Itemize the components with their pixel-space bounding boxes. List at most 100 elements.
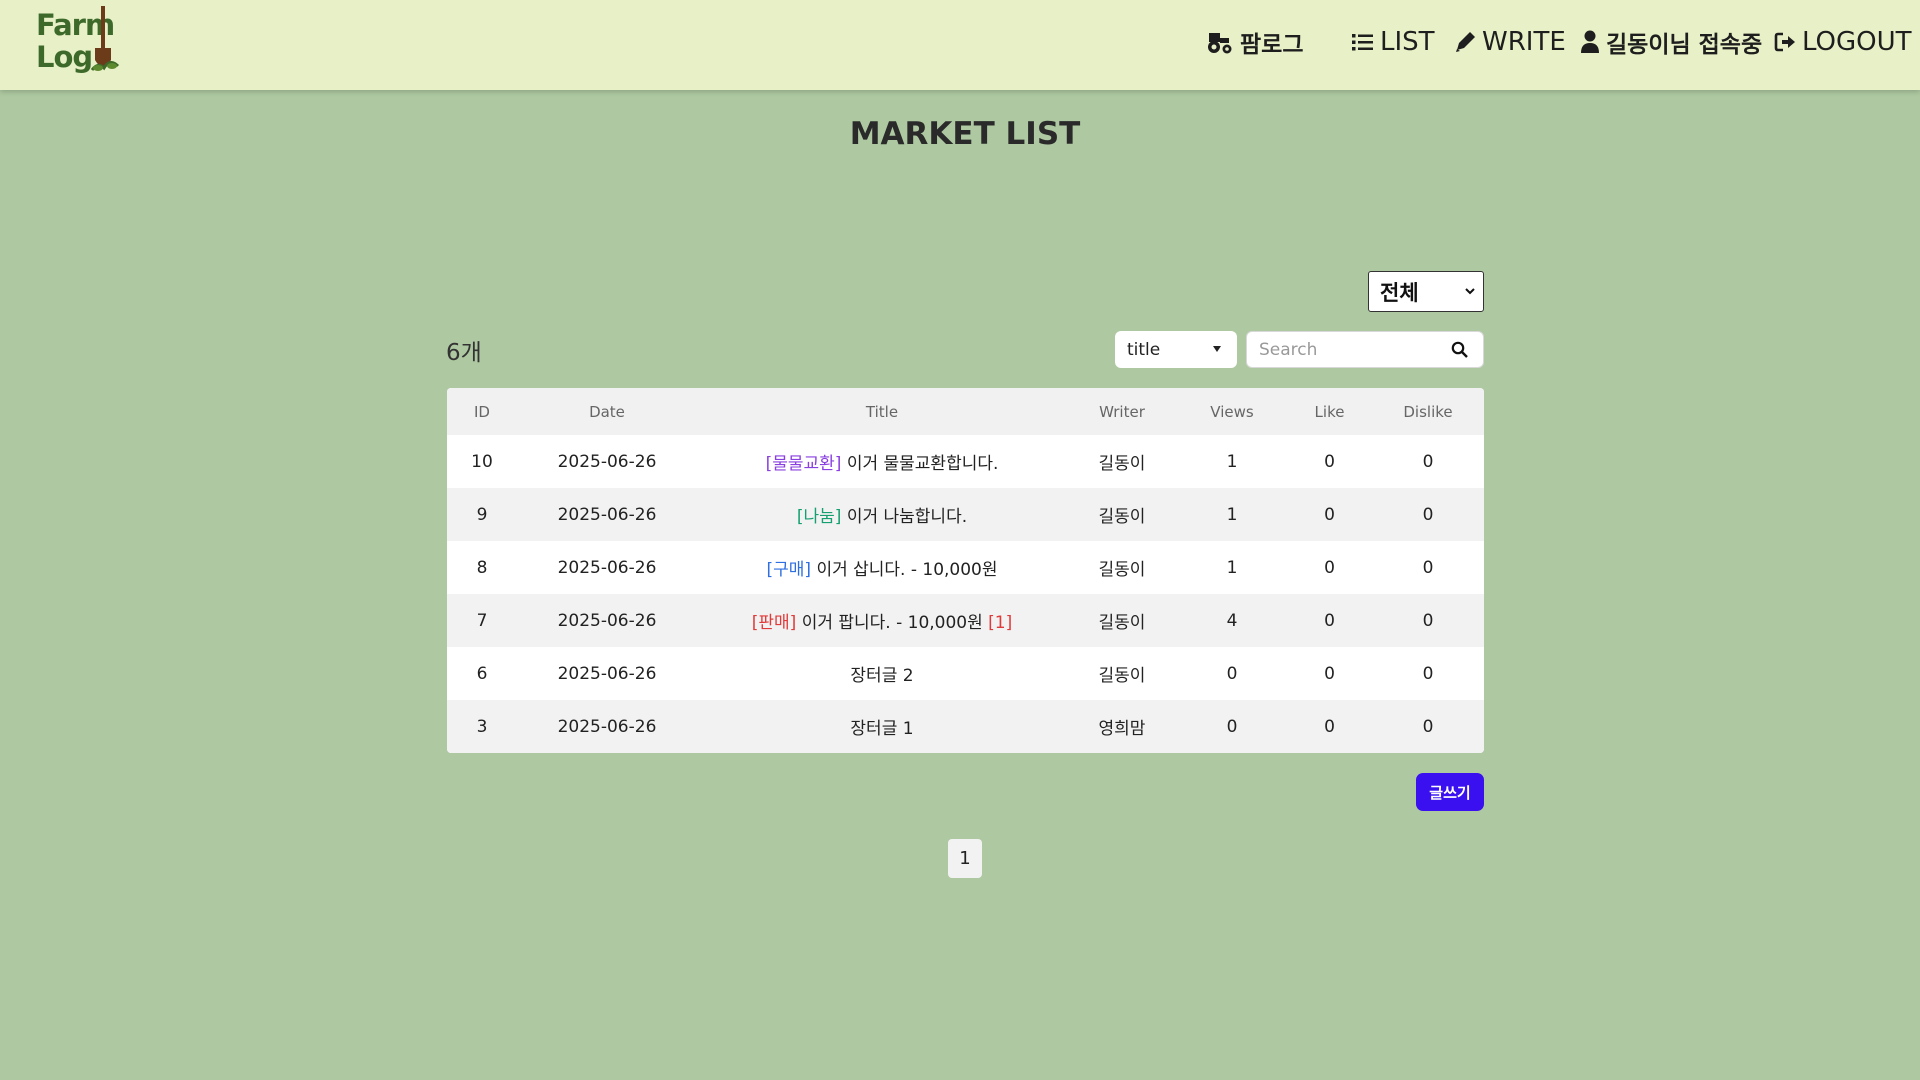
category-selected-value: 전체 <box>1380 280 1419 305</box>
table-row[interactable]: 9 2025-06-26 [나눔] 이거 나눔합니다. 길동이 1 0 0 <box>447 488 1484 541</box>
list-icon <box>1352 34 1373 51</box>
cell-id: 7 <box>447 594 517 647</box>
post-title-link[interactable]: 이거 나눔합니다. <box>847 507 967 527</box>
cell-views: 4 <box>1177 594 1287 647</box>
pagination-page-1[interactable]: 1 <box>948 839 982 878</box>
cell-date: 2025-06-26 <box>517 700 697 753</box>
nav-logout-label: LOGOUT <box>1802 27 1912 57</box>
top-navbar: Farm Log 팜로그 LIST WRITE 길동이님 접속중 LOGOUT <box>0 0 1920 90</box>
post-title-link[interactable]: 이거 물물교환합니다. <box>847 454 999 474</box>
cell-writer: 길동이 <box>1067 594 1177 647</box>
cell-writer: 길동이 <box>1067 488 1177 541</box>
table-row[interactable]: 7 2025-06-26 [판매] 이거 팝니다. - 10,000원 [1] … <box>447 594 1484 647</box>
cell-like: 0 <box>1287 541 1372 594</box>
cell-title[interactable]: [물물교환] 이거 물물교환합니다. <box>697 435 1067 488</box>
market-table: ID Date Title Writer Views Like Dislike … <box>447 388 1484 753</box>
column-header-id: ID <box>447 388 517 435</box>
cell-title[interactable]: [구매] 이거 삽니다. - 10,000원 <box>697 541 1067 594</box>
cell-writer: 길동이 <box>1067 647 1177 700</box>
cell-dislike: 0 <box>1372 647 1484 700</box>
search-type-select[interactable]: title <box>1115 331 1237 368</box>
column-header-writer: Writer <box>1067 388 1177 435</box>
cell-title[interactable]: 장터글 2 <box>697 647 1067 700</box>
column-header-like: Like <box>1287 388 1372 435</box>
comment-count: [1] <box>988 613 1013 633</box>
cell-views: 1 <box>1177 435 1287 488</box>
cell-date: 2025-06-26 <box>517 647 697 700</box>
post-title-link[interactable]: 장터글 1 <box>850 719 913 739</box>
nav-farmlog[interactable]: 팜로그 <box>1206 24 1303 60</box>
table-row[interactable]: 3 2025-06-26 장터글 1 영희맘 0 0 0 <box>447 700 1484 753</box>
cell-title[interactable]: [나눔] 이거 나눔합니다. <box>697 488 1067 541</box>
column-header-dislike: Dislike <box>1372 388 1484 435</box>
cell-dislike: 0 <box>1372 488 1484 541</box>
table-row[interactable]: 8 2025-06-26 [구매] 이거 삽니다. - 10,000원 길동이 … <box>447 541 1484 594</box>
logo-text-line2: Log <box>36 40 93 74</box>
shovel-icon <box>90 6 120 71</box>
post-tag: [판매] <box>751 613 797 633</box>
cell-writer: 길동이 <box>1067 541 1177 594</box>
nav-list[interactable]: LIST <box>1352 24 1435 60</box>
nav-write[interactable]: WRITE <box>1454 24 1566 60</box>
search-type-value: title <box>1127 339 1161 360</box>
chevron-down-icon <box>1465 288 1475 295</box>
cell-date: 2025-06-26 <box>517 488 697 541</box>
cell-like: 0 <box>1287 647 1372 700</box>
cell-writer: 길동이 <box>1067 435 1177 488</box>
search-icon[interactable] <box>1451 341 1469 359</box>
cell-id: 9 <box>447 488 517 541</box>
column-header-title: Title <box>697 388 1067 435</box>
cell-views: 0 <box>1177 700 1287 753</box>
cell-like: 0 <box>1287 488 1372 541</box>
post-title-link[interactable]: 이거 삽니다. - 10,000원 <box>816 560 997 580</box>
column-header-date: Date <box>517 388 697 435</box>
search-input[interactable] <box>1247 339 1437 360</box>
cell-title[interactable]: 장터글 1 <box>697 700 1067 753</box>
cell-dislike: 0 <box>1372 541 1484 594</box>
pencil-icon <box>1456 32 1475 52</box>
nav-user[interactable]: 길동이님 접속중 <box>1580 24 1762 60</box>
search-box <box>1246 331 1484 368</box>
cell-like: 0 <box>1287 594 1372 647</box>
cell-dislike: 0 <box>1372 435 1484 488</box>
cell-date: 2025-06-26 <box>517 594 697 647</box>
cell-id: 8 <box>447 541 517 594</box>
post-tag: [나눔] <box>796 507 842 527</box>
cell-views: 1 <box>1177 488 1287 541</box>
cell-id: 6 <box>447 647 517 700</box>
page-title: MARKET LIST <box>849 116 1081 152</box>
cell-id: 10 <box>447 435 517 488</box>
cell-like: 0 <box>1287 435 1372 488</box>
logout-icon <box>1774 32 1795 52</box>
tractor-icon <box>1208 33 1232 54</box>
nav-farmlog-label: 팜로그 <box>1240 32 1304 58</box>
cell-title[interactable]: [판매] 이거 팝니다. - 10,000원 [1] <box>697 594 1067 647</box>
cell-dislike: 0 <box>1372 700 1484 753</box>
cell-views: 0 <box>1177 647 1287 700</box>
cell-writer: 영희맘 <box>1067 700 1177 753</box>
table-row[interactable]: 6 2025-06-26 장터글 2 길동이 0 0 0 <box>447 647 1484 700</box>
caret-down-icon <box>1213 346 1221 352</box>
post-title-link[interactable]: 이거 팝니다. - 10,000원 <box>802 613 983 633</box>
farmlog-logo[interactable]: Farm Log <box>36 4 120 80</box>
nav-write-label: WRITE <box>1482 27 1566 57</box>
nav-logout[interactable]: LOGOUT <box>1774 24 1912 60</box>
nav-list-label: LIST <box>1380 27 1435 57</box>
cell-dislike: 0 <box>1372 594 1484 647</box>
cell-like: 0 <box>1287 700 1372 753</box>
nav-user-label: 길동이님 접속중 <box>1606 32 1763 58</box>
cell-views: 1 <box>1177 541 1287 594</box>
write-post-button[interactable]: 글쓰기 <box>1416 773 1484 811</box>
table-header-row: ID Date Title Writer Views Like Dislike <box>447 388 1484 435</box>
post-tag: [물물교환] <box>765 454 842 474</box>
post-title-link[interactable]: 장터글 2 <box>850 666 913 686</box>
cell-date: 2025-06-26 <box>517 541 697 594</box>
post-tag: [구매] <box>766 560 812 580</box>
user-icon <box>1581 30 1599 53</box>
column-header-views: Views <box>1177 388 1287 435</box>
post-count: 6개 <box>446 340 482 366</box>
table-row[interactable]: 10 2025-06-26 [물물교환] 이거 물물교환합니다. 길동이 1 0… <box>447 435 1484 488</box>
cell-date: 2025-06-26 <box>517 435 697 488</box>
cell-id: 3 <box>447 700 517 753</box>
category-select[interactable]: 전체 <box>1368 271 1484 312</box>
